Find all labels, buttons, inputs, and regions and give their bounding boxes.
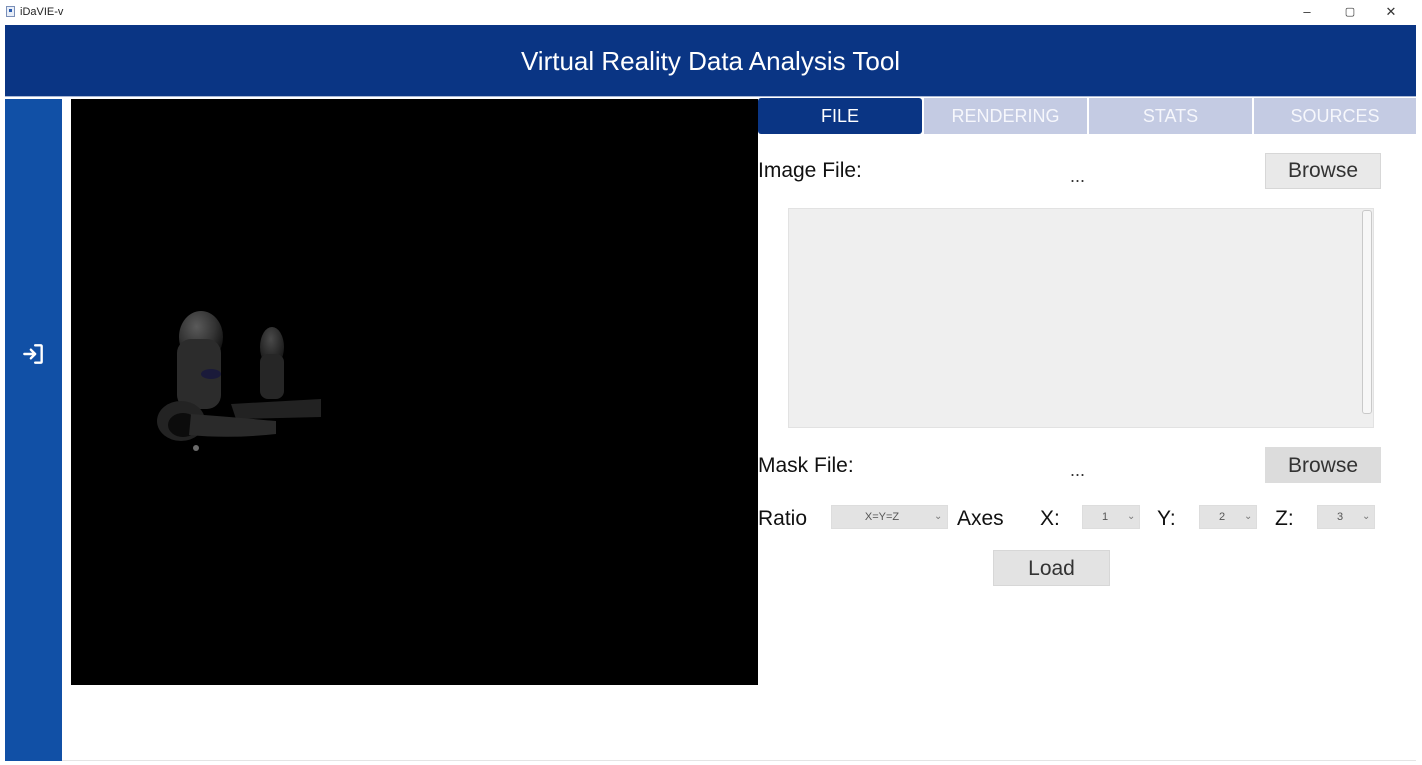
vr-controllers-render	[157, 311, 321, 451]
window-titlebar: iDaVIE-v – ▢ ✕	[0, 0, 1422, 24]
image-header-textarea[interactable]	[788, 208, 1374, 428]
image-file-path: ...	[1070, 166, 1086, 186]
z-axis-label: Z:	[1275, 507, 1294, 530]
ratio-label: Ratio	[758, 507, 808, 530]
mask-file-path: ...	[1070, 460, 1086, 480]
app-header: Virtual Reality Data Analysis Tool	[5, 25, 1416, 97]
minimize-button[interactable]: –	[1292, 2, 1322, 22]
vr-viewport[interactable]	[71, 99, 758, 685]
axes-label: Axes	[957, 507, 1004, 530]
z-axis-select-value: 3	[1336, 511, 1344, 523]
x-axis-select-value: 1	[1101, 511, 1109, 523]
tab-stats[interactable]: STATS	[1089, 98, 1252, 134]
y-axis-select[interactable]: 2 ⌄	[1199, 505, 1257, 529]
x-axis-select[interactable]: 1 ⌄	[1082, 505, 1140, 529]
bottom-divider	[62, 760, 1416, 761]
textarea-scrollbar[interactable]	[1362, 210, 1372, 414]
exit-to-right-icon[interactable]	[20, 341, 46, 367]
image-file-label: Image File:	[758, 159, 862, 182]
app-icon	[6, 6, 15, 17]
ratio-select[interactable]: X=Y=Z ⌄	[831, 505, 948, 529]
mask-file-label: Mask File:	[758, 454, 854, 477]
chevron-down-icon: ⌄	[934, 511, 943, 522]
ratio-select-value: X=Y=Z	[864, 511, 900, 523]
close-button[interactable]: ✕	[1376, 2, 1406, 22]
y-axis-select-value: 2	[1218, 511, 1226, 523]
chevron-down-icon: ⌄	[1362, 511, 1371, 522]
tab-file[interactable]: FILE	[758, 98, 922, 134]
browse-mask-button[interactable]: Browse	[1265, 447, 1381, 483]
load-button[interactable]: Load	[993, 550, 1110, 586]
maximize-button[interactable]: ▢	[1335, 2, 1365, 22]
chevron-down-icon: ⌄	[1244, 511, 1253, 522]
app-title: Virtual Reality Data Analysis Tool	[520, 46, 901, 76]
tab-rendering[interactable]: RENDERING	[924, 98, 1087, 134]
x-axis-label: X:	[1040, 507, 1060, 530]
chevron-down-icon: ⌄	[1127, 511, 1136, 522]
browse-image-button[interactable]: Browse	[1265, 153, 1381, 189]
left-sidebar	[5, 99, 62, 761]
tab-sources[interactable]: SOURCES	[1254, 98, 1416, 134]
z-axis-select[interactable]: 3 ⌄	[1317, 505, 1375, 529]
tab-bar: FILE RENDERING STATS SOURCES	[758, 98, 1416, 134]
window-title: iDaVIE-v	[20, 6, 64, 18]
y-axis-label: Y:	[1157, 507, 1176, 530]
